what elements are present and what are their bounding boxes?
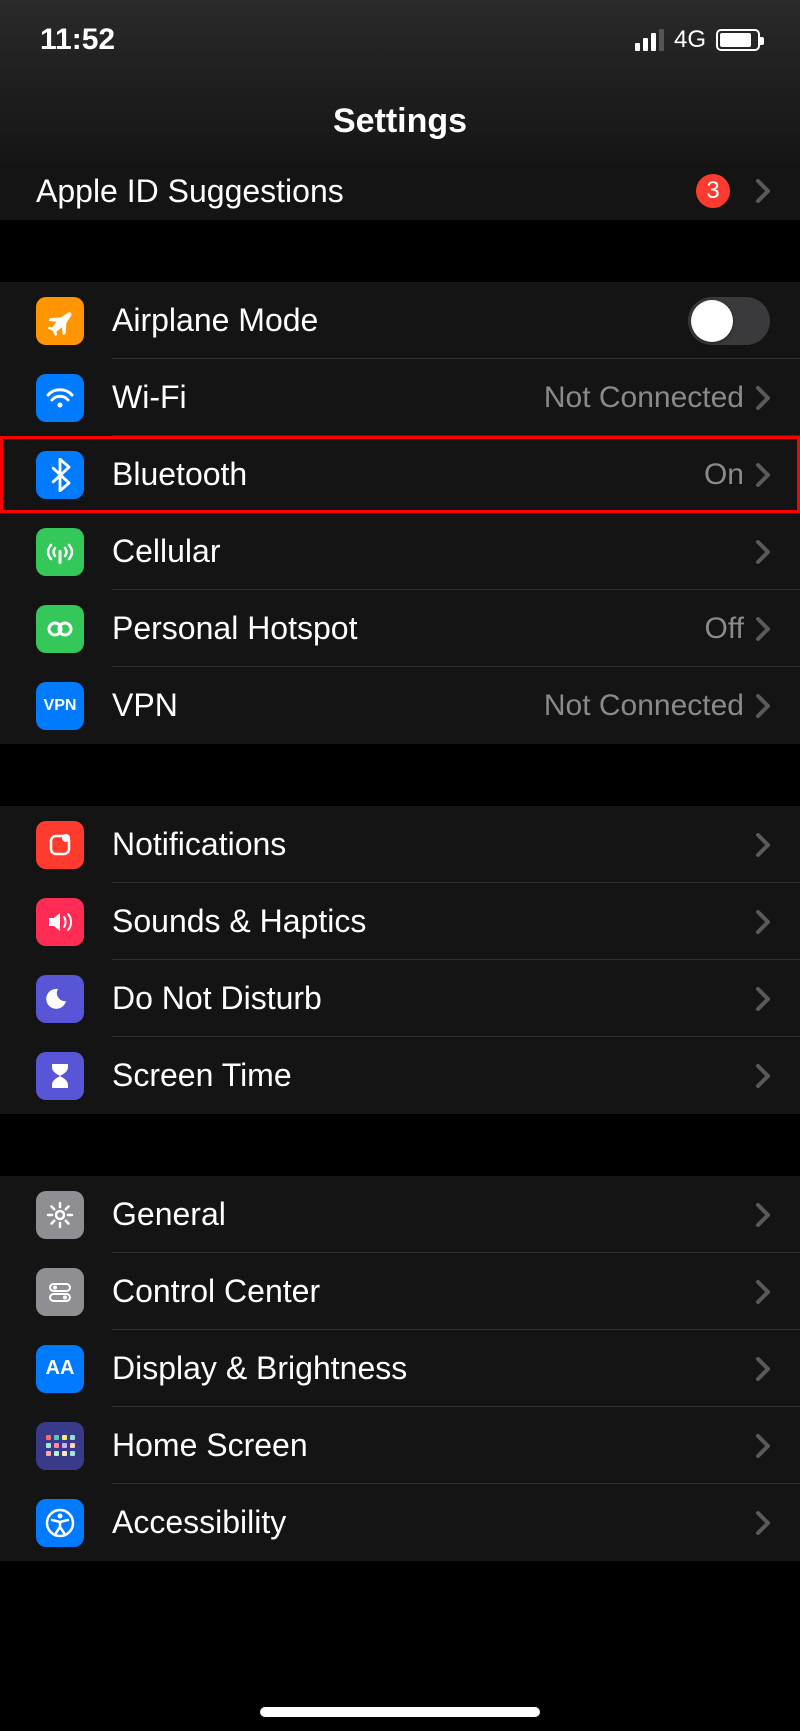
accessibility-icon: [36, 1499, 84, 1547]
row-label: Wi-Fi: [112, 379, 544, 416]
home-indicator[interactable]: [260, 1707, 540, 1717]
vpn-icon: VPN: [36, 682, 84, 730]
nav-header: Settings: [0, 80, 800, 162]
chevron-right-icon: [756, 179, 770, 203]
sounds-icon: [36, 898, 84, 946]
row-value: On: [704, 458, 744, 492]
row-label: Display & Brightness: [112, 1350, 756, 1387]
chevron-right-icon: [756, 540, 770, 564]
row-general[interactable]: General: [0, 1176, 800, 1253]
display-icon: AA: [36, 1345, 84, 1393]
battery-icon: [716, 29, 760, 51]
chevron-right-icon: [756, 910, 770, 934]
wifi-icon: [36, 374, 84, 422]
chevron-right-icon: [756, 1203, 770, 1227]
row-do-not-disturb[interactable]: Do Not Disturb: [0, 960, 800, 1037]
cellular-icon: [36, 528, 84, 576]
row-value: Not Connected: [544, 689, 744, 723]
row-label: VPN: [112, 687, 544, 724]
general-icon: [36, 1191, 84, 1239]
row-label: Cellular: [112, 533, 756, 570]
chevron-right-icon: [756, 1357, 770, 1381]
status-indicators: 4G: [635, 26, 760, 54]
row-label: Sounds & Haptics: [112, 903, 756, 940]
row-label: Do Not Disturb: [112, 980, 756, 1017]
chevron-right-icon: [756, 463, 770, 487]
row-label: General: [112, 1196, 756, 1233]
row-label: Screen Time: [112, 1057, 756, 1094]
screen-time-icon: [36, 1052, 84, 1100]
airplane-icon: [36, 297, 84, 345]
row-accessibility[interactable]: Accessibility: [0, 1484, 800, 1561]
row-screen-time[interactable]: Screen Time: [0, 1037, 800, 1114]
control-center-icon: [36, 1268, 84, 1316]
row-notifications[interactable]: Notifications: [0, 806, 800, 883]
chevron-right-icon: [756, 1434, 770, 1458]
bluetooth-icon: [36, 451, 84, 499]
row-label: Apple ID Suggestions: [36, 173, 696, 210]
notification-badge: 3: [696, 174, 730, 208]
row-label: Airplane Mode: [112, 302, 688, 339]
row-vpn[interactable]: VPN VPN Not Connected: [0, 667, 800, 744]
hotspot-icon: [36, 605, 84, 653]
airplane-mode-toggle[interactable]: [688, 297, 770, 345]
row-airplane-mode[interactable]: Airplane Mode: [0, 282, 800, 359]
page-title: Settings: [333, 102, 467, 141]
dnd-icon: [36, 975, 84, 1023]
row-label: Home Screen: [112, 1427, 756, 1464]
chevron-right-icon: [756, 386, 770, 410]
row-control-center[interactable]: Control Center: [0, 1253, 800, 1330]
row-label: Control Center: [112, 1273, 756, 1310]
row-label: Bluetooth: [112, 456, 704, 493]
row-personal-hotspot[interactable]: Personal Hotspot Off: [0, 590, 800, 667]
row-display-brightness[interactable]: AA Display & Brightness: [0, 1330, 800, 1407]
chevron-right-icon: [756, 694, 770, 718]
notifications-icon: [36, 821, 84, 869]
row-label: Personal Hotspot: [112, 610, 705, 647]
row-label: Accessibility: [112, 1504, 756, 1541]
row-value: Not Connected: [544, 381, 744, 415]
chevron-right-icon: [756, 617, 770, 641]
status-bar: 11:52 4G: [0, 0, 800, 80]
chevron-right-icon: [756, 1280, 770, 1304]
chevron-right-icon: [756, 987, 770, 1011]
status-time: 11:52: [40, 23, 115, 57]
row-apple-id-suggestions[interactable]: Apple ID Suggestions 3: [0, 162, 800, 220]
home-screen-icon: [36, 1422, 84, 1470]
chevron-right-icon: [756, 1511, 770, 1535]
row-label: Notifications: [112, 826, 756, 863]
row-cellular[interactable]: Cellular: [0, 513, 800, 590]
row-bluetooth[interactable]: Bluetooth On: [0, 436, 800, 513]
signal-icon: [635, 29, 664, 51]
network-type: 4G: [674, 26, 706, 54]
chevron-right-icon: [756, 833, 770, 857]
row-value: Off: [705, 612, 744, 646]
row-home-screen[interactable]: Home Screen: [0, 1407, 800, 1484]
chevron-right-icon: [756, 1064, 770, 1088]
row-sounds-haptics[interactable]: Sounds & Haptics: [0, 883, 800, 960]
row-wifi[interactable]: Wi-Fi Not Connected: [0, 359, 800, 436]
